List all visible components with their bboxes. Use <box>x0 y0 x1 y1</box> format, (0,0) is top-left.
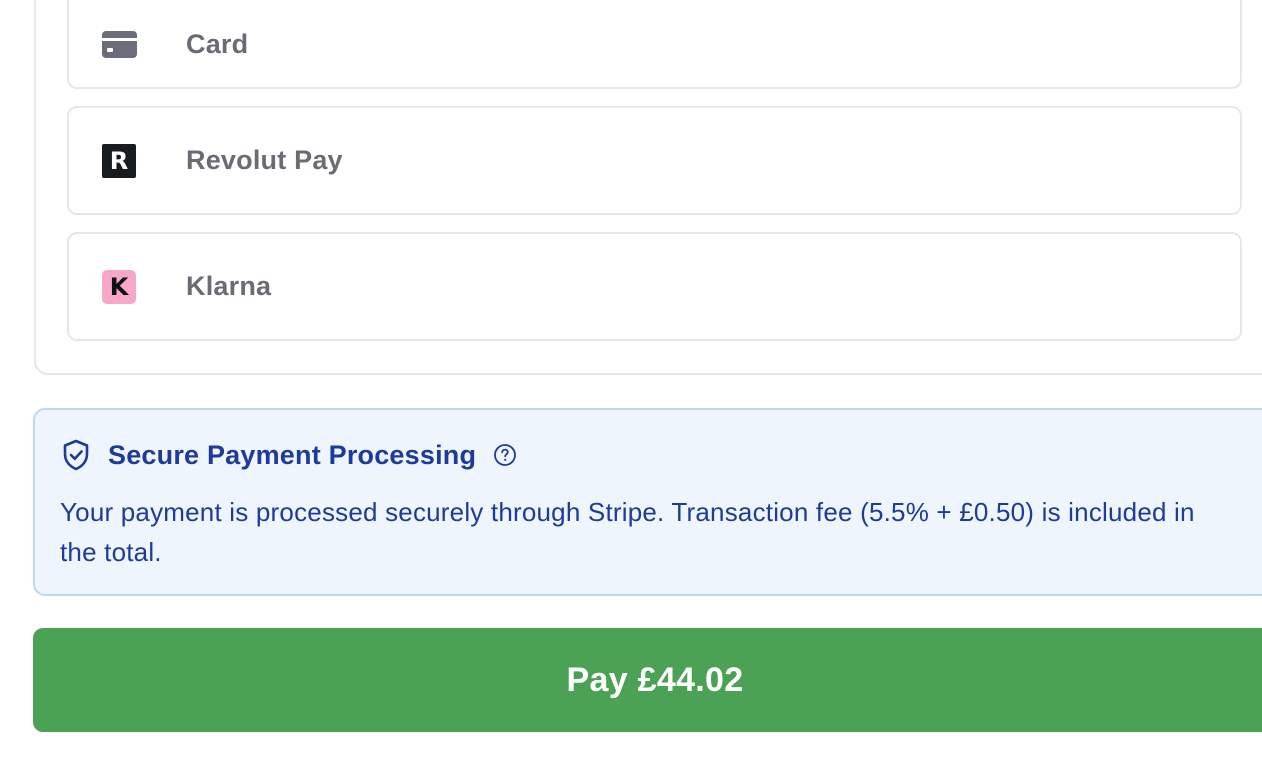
payment-method-label: Revolut Pay <box>186 145 343 175</box>
payment-method-klarna[interactable]: K Klarna <box>67 232 1242 341</box>
secure-payment-description: Your payment is processed securely throu… <box>60 497 1195 567</box>
secure-payment-info-box: Secure Payment Processing Your payment i… <box>33 408 1262 596</box>
secure-payment-title: Secure Payment Processing <box>108 439 477 470</box>
pay-button[interactable]: Pay £44.02 <box>33 628 1262 732</box>
secure-payment-header: Secure Payment Processing <box>61 438 518 472</box>
payment-method-revolut-pay[interactable]: R Revolut Pay <box>67 106 1242 215</box>
card-icon <box>101 27 137 63</box>
payment-method-label: Card <box>186 29 249 59</box>
pay-button-label: Pay £44.02 <box>566 661 744 699</box>
payment-method-label: Klarna <box>186 271 272 301</box>
payment-method-card[interactable]: Card <box>67 0 1242 89</box>
revolut-icon: R <box>101 143 137 179</box>
question-circle-icon[interactable] <box>492 442 518 468</box>
shield-check-icon <box>61 438 91 472</box>
payment-page: Card R Revolut Pay K Klarna Secure Payme… <box>0 0 1262 768</box>
klarna-icon: K <box>101 269 137 305</box>
